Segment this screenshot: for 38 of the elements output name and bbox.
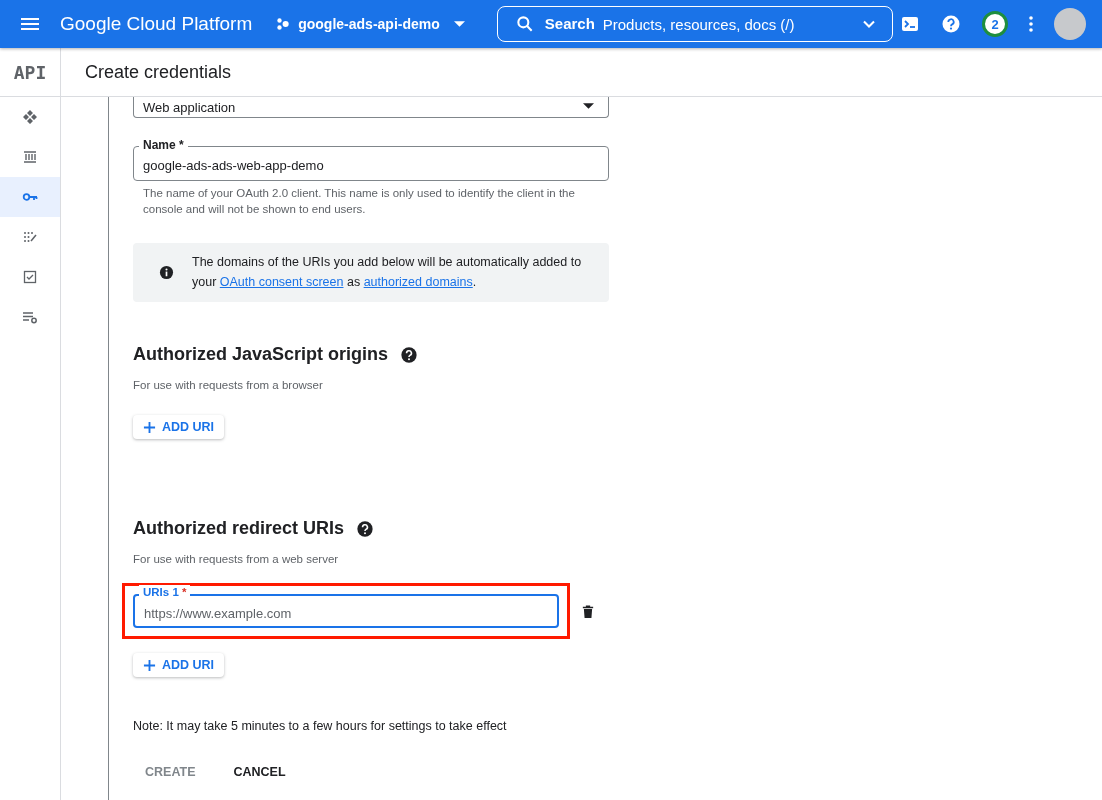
terminal-icon[interactable] [900,14,920,34]
plus-icon [143,420,156,434]
caret-icon [583,103,594,109]
library-icon [22,149,38,165]
api-logo: API [0,48,60,97]
plus-icon [143,658,156,672]
diamond-dots-icon [22,109,38,125]
info-icon [159,264,174,280]
page-title: Create credentials [85,61,232,83]
avatar[interactable] [1054,8,1086,40]
dotted-check-icon [22,229,38,245]
product-name[interactable]: Google Cloud Platform [60,13,253,35]
note-text: Note: It may take 5 minutes to a few hours for settings to take effect [133,719,508,733]
search-label: Search [544,15,595,32]
project-icon [276,17,291,31]
caret-icon [453,21,465,27]
notification-badge[interactable]: 2 [982,11,1008,37]
help-icon[interactable] [356,519,375,538]
list-settings-icon [22,309,38,325]
application-type-select[interactable]: Web application [133,97,609,118]
section-title: Authorized JavaScript origins [133,344,389,365]
section-title: Authorized redirect URIs [133,518,345,539]
more-icon[interactable] [1029,16,1033,32]
info-text: The domains of the URIs you add below will be automatically added to your OAuth consent screen as authorized domains. [192,254,583,291]
consent-screen-link[interactable]: OAuth consent screen [219,275,344,289]
project-selector[interactable]: google-ads-api-demo [272,12,469,36]
field-label: URIs 1 * [139,585,191,599]
trash-icon[interactable] [582,603,594,619]
checkbox-icon [22,269,38,285]
cancel-button[interactable]: CANCEL [221,759,298,785]
help-icon[interactable] [400,345,419,364]
helper-text: The name of your OAuth 2.0 client. This name is only used to identify the client in the console and will not be shown to end users. [142,186,576,217]
section-subtitle: For use with requests from a browser [133,379,324,391]
authorized-domains-link[interactable]: authorized domains [363,275,473,289]
add-uri-button[interactable]: ADD URI [133,653,225,677]
search-icon [514,14,535,34]
section-subtitle: For use with requests from a web server [133,553,340,565]
add-uri-button[interactable]: ADD URI [133,415,225,439]
